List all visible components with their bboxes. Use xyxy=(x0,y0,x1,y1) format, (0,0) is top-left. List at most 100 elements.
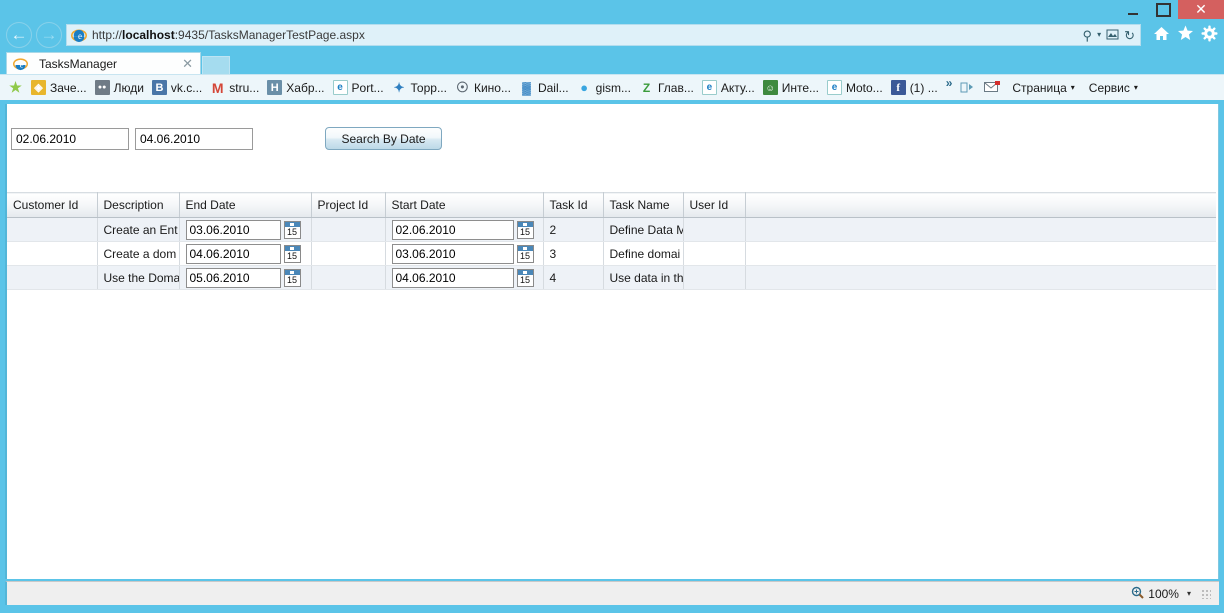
star-plus-icon: ★ xyxy=(9,79,22,95)
calendar-icon[interactable]: 15 xyxy=(283,220,301,239)
favorite-label: Акту... xyxy=(720,80,755,95)
column-header-task-id[interactable]: Task Id xyxy=(543,192,604,218)
favorite-item[interactable]: H Хабр... xyxy=(263,77,328,99)
favorite-item[interactable]: e Port... xyxy=(329,77,388,99)
favicon-icon: ☉ xyxy=(456,79,469,95)
home-icon[interactable] xyxy=(1153,26,1170,45)
favorite-label: stru... xyxy=(229,80,260,95)
search-by-date-button[interactable]: Search By Date xyxy=(325,127,442,150)
address-bar[interactable]: e http://localhost:9435/TasksManagerTest… xyxy=(66,24,1141,46)
close-icon[interactable]: ✕ xyxy=(1178,0,1224,19)
search-icon[interactable]: ⚲ xyxy=(1083,29,1093,42)
cell-end-date: 15 xyxy=(179,241,312,266)
favorite-label: Глав... xyxy=(657,80,694,95)
favorite-item[interactable]: M stru... xyxy=(206,77,263,99)
cell-end-date: 15 xyxy=(179,265,312,290)
table-row[interactable]: Use the Doma 15 xyxy=(7,265,1216,290)
date-to-input[interactable] xyxy=(135,127,253,150)
favorite-item[interactable]: B vk.c... xyxy=(148,77,206,99)
date-from-input[interactable] xyxy=(11,127,129,150)
favicon-icon: Z xyxy=(642,80,651,95)
chevron-down-icon: ▾ xyxy=(1133,83,1138,92)
favorite-item[interactable]: ●● Люди xyxy=(91,77,148,99)
tools-menu[interactable]: Сервис ▾ xyxy=(1082,81,1145,95)
calendar-icon[interactable]: 15 xyxy=(283,244,301,263)
column-header-project-id[interactable]: Project Id xyxy=(311,192,386,218)
gear-icon[interactable] xyxy=(1201,25,1218,46)
window-caption-bar: ✕ xyxy=(0,0,1224,20)
start-date-input[interactable] xyxy=(391,219,514,240)
add-to-favorites-icon[interactable]: ★ xyxy=(4,77,27,99)
favorite-item[interactable]: ● gism... xyxy=(573,77,635,99)
calendar-day-label: 15 xyxy=(286,226,297,237)
favorite-label: Кино... xyxy=(473,80,511,95)
favorite-item[interactable]: f (1) ... xyxy=(887,77,942,99)
minimize-icon[interactable] xyxy=(1118,0,1148,19)
resize-grip[interactable] xyxy=(1201,588,1211,599)
browser-tab[interactable]: e TasksManager ✕ xyxy=(6,52,201,74)
favorite-item[interactable]: ☉ Кино... xyxy=(451,77,515,99)
column-header-start-date[interactable]: Start Date xyxy=(385,192,544,218)
compatibility-view-icon[interactable] xyxy=(1106,28,1119,43)
favorite-item[interactable]: ✦ Торр... xyxy=(388,77,451,99)
tab-close-icon[interactable]: ✕ xyxy=(179,56,196,72)
forward-icon[interactable]: → xyxy=(36,22,62,48)
column-header-task-name[interactable]: Task Name xyxy=(603,192,684,218)
column-header-user-id[interactable]: User Id xyxy=(683,192,746,218)
favorite-item[interactable]: e Акту... xyxy=(698,77,759,99)
favorite-label: Хабр... xyxy=(286,80,325,95)
table-row[interactable]: Create an Ent 15 xyxy=(7,217,1216,242)
tasks-grid: Customer Id Description End Date Project… xyxy=(7,192,1216,290)
calendar-icon[interactable]: 15 xyxy=(516,220,534,239)
favorite-item[interactable]: e Moto... xyxy=(823,77,887,99)
url-host: localhost xyxy=(122,28,175,42)
calendar-icon[interactable]: 15 xyxy=(283,268,301,287)
end-date-input[interactable] xyxy=(185,243,281,264)
cell-end-date: 15 xyxy=(179,217,312,242)
search-dropdown-caret-icon[interactable]: ▾ xyxy=(1097,31,1101,39)
favorite-item[interactable]: ◈ Заче... xyxy=(27,77,91,99)
favorites-bar: ★ ◈ Заче... ●● Люди B vk.c... M stru... … xyxy=(0,74,1224,100)
favorites-overflow-icon[interactable]: » xyxy=(942,76,957,90)
favorite-label: Инте... xyxy=(781,80,819,95)
zoom-control[interactable]: 100% ▾ xyxy=(1131,586,1195,602)
calendar-icon[interactable]: 15 xyxy=(516,268,534,287)
refresh-icon[interactable]: ↻ xyxy=(1124,29,1135,42)
table-row[interactable]: Create a dom 15 xyxy=(7,241,1216,266)
favorite-label: Заче... xyxy=(50,80,87,95)
reading-view-icon[interactable] xyxy=(956,77,980,99)
tab-title: TasksManager xyxy=(39,56,118,71)
favorite-item[interactable]: ☺ Инте... xyxy=(759,77,823,99)
start-date-input[interactable] xyxy=(391,243,514,264)
favicon-icon: f xyxy=(890,80,906,95)
back-icon[interactable]: ← xyxy=(6,22,32,48)
cell-user-id xyxy=(683,241,746,266)
new-tab-button[interactable] xyxy=(202,56,230,74)
cell-task-name: Define Data M xyxy=(603,217,684,242)
favorite-item[interactable]: Z Глав... xyxy=(635,77,698,99)
favicon-icon: B xyxy=(151,80,167,95)
cell-project-id xyxy=(311,265,386,290)
start-date-input[interactable] xyxy=(391,267,514,288)
column-header-description[interactable]: Description xyxy=(97,192,180,218)
end-date-input[interactable] xyxy=(185,267,281,288)
favorite-item[interactable]: ▓ Dail... xyxy=(515,77,573,99)
column-header-end-date[interactable]: End Date xyxy=(179,192,312,218)
zoom-dropdown-caret-icon[interactable]: ▾ xyxy=(1183,589,1195,598)
column-header-customer-id[interactable]: Customer Id xyxy=(7,192,98,218)
favorite-label: (1) ... xyxy=(909,80,938,95)
cell-filler xyxy=(745,265,1216,290)
zoom-level-label: 100% xyxy=(1148,586,1179,601)
cell-description: Create a dom xyxy=(97,241,180,266)
cell-project-id xyxy=(311,217,386,242)
mail-icon[interactable] xyxy=(980,77,1005,99)
calendar-day-label: 15 xyxy=(286,274,297,285)
end-date-input[interactable] xyxy=(185,219,281,240)
cell-start-date: 15 xyxy=(385,217,544,242)
cell-task-id: 4 xyxy=(543,265,604,290)
navigation-bar: ← → e http://localhost:9435/TasksManager… xyxy=(0,20,1224,50)
maximize-icon[interactable] xyxy=(1148,0,1178,19)
favorites-star-icon[interactable] xyxy=(1177,25,1194,45)
page-menu[interactable]: Страница ▾ xyxy=(1005,81,1081,95)
calendar-icon[interactable]: 15 xyxy=(516,244,534,263)
